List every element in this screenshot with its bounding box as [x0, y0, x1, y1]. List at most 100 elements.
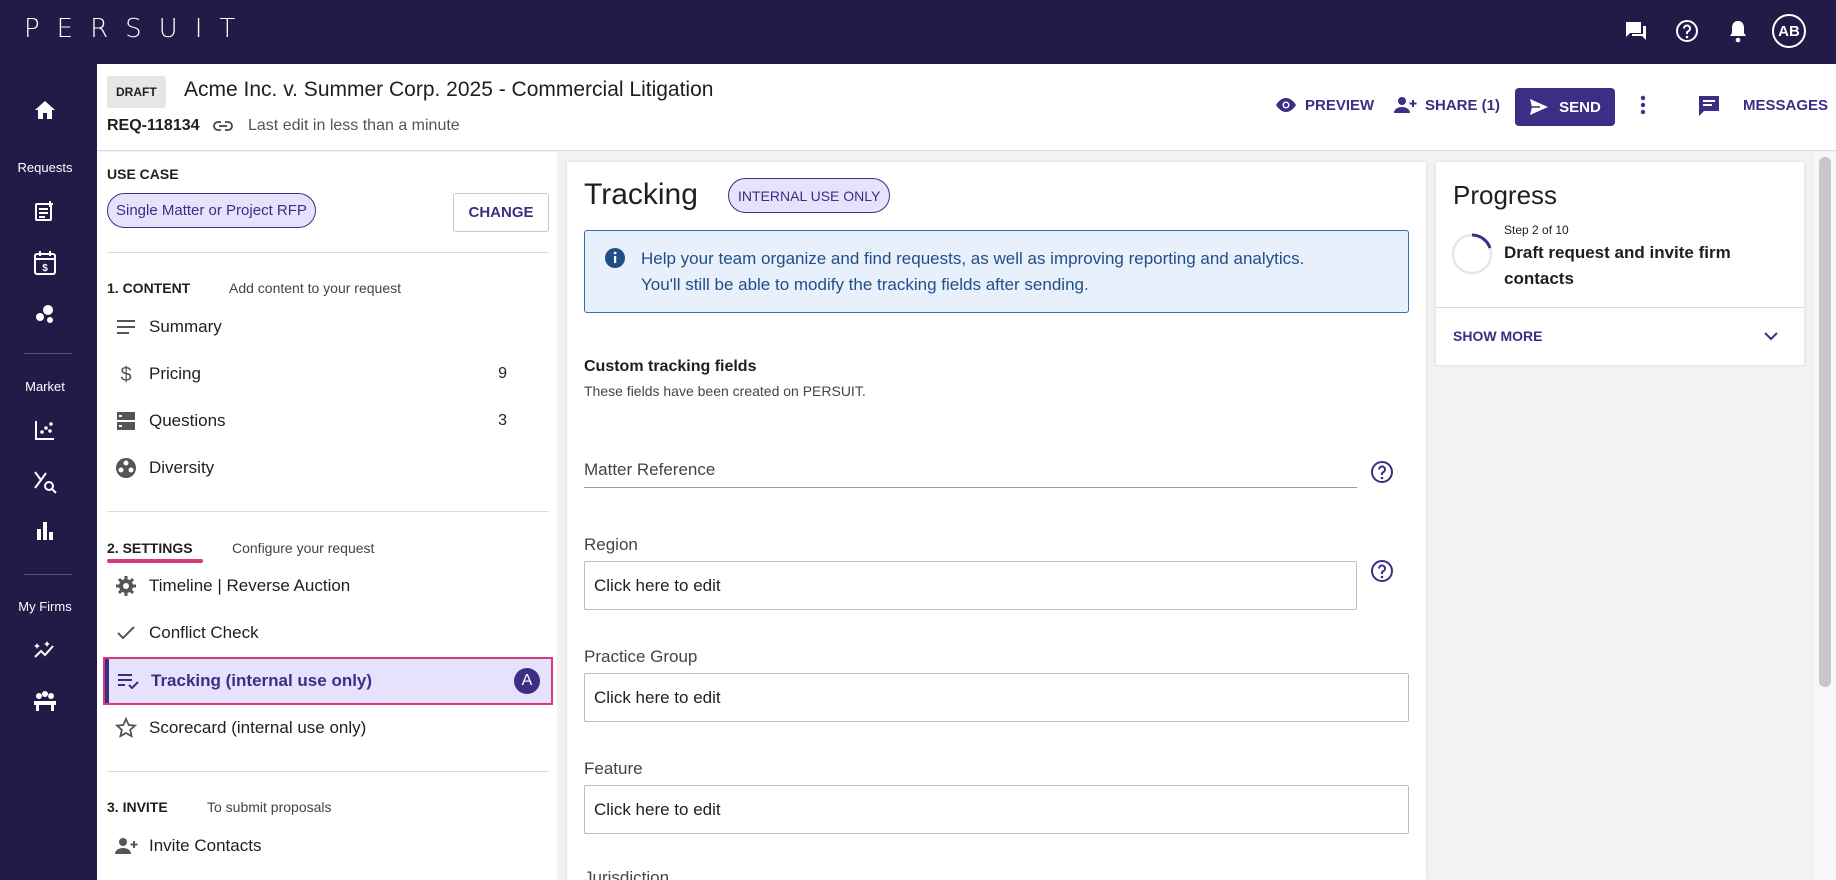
use-case-label: USE CASE	[107, 166, 179, 182]
section-divider	[107, 252, 549, 253]
nav-item-diversity[interactable]: Diversity	[107, 448, 549, 488]
nav-item-label: Conflict Check	[149, 623, 259, 642]
nav-item-pricing[interactable]: $ Pricing 9	[107, 354, 549, 394]
feature-field[interactable]: Click here to edit	[584, 785, 1409, 834]
share-button[interactable]: SHARE (1)	[1393, 86, 1500, 124]
checklist-icon	[115, 673, 141, 689]
nav-item-summary[interactable]: Summary	[107, 307, 549, 347]
change-button[interactable]: CHANGE	[453, 193, 549, 232]
help-icon[interactable]	[1670, 14, 1704, 48]
message-icon	[1699, 96, 1719, 116]
region-label: Region	[584, 535, 638, 554]
content-section-sub: Add content to your request	[229, 280, 401, 296]
region-field[interactable]: Click here to edit	[584, 561, 1357, 610]
diversity-icon	[113, 457, 139, 479]
send-button[interactable]: SEND	[1515, 88, 1615, 126]
info-line-1: Help your team organize and find request…	[641, 249, 1305, 268]
home-icon[interactable]	[0, 100, 90, 120]
section-divider	[107, 771, 549, 772]
send-label: SEND	[1559, 98, 1601, 116]
progress-card: Progress Step 2 of 10 Draft request and …	[1436, 162, 1804, 365]
nav-rail: Requests $ Market My Firms	[0, 64, 97, 880]
page-title: Tracking	[584, 178, 698, 211]
nav-item-label: Pricing	[149, 364, 201, 383]
bar-chart-icon[interactable]	[0, 520, 90, 540]
preview-label: PREVIEW	[1305, 96, 1375, 114]
market-search-icon[interactable]	[0, 470, 90, 494]
info-banner: Help your team organize and find request…	[584, 230, 1409, 313]
use-case-chip: Single Matter or Project RFP	[107, 193, 316, 228]
questions-count: 3	[498, 412, 507, 429]
person-add-icon	[113, 837, 139, 855]
gear-icon	[113, 575, 139, 597]
persuit-logo[interactable]: PERSUIT	[24, 14, 252, 44]
nav-item-scorecard[interactable]: Scorecard (internal use only)	[107, 708, 549, 748]
send-icon	[1530, 99, 1549, 115]
scatter-chart-icon[interactable]	[0, 419, 90, 441]
top-icons: AB	[1602, 14, 1806, 48]
nav-item-label: Summary	[149, 317, 222, 336]
rail-label-myfirms: My Firms	[18, 599, 72, 614]
nav-item-tracking[interactable]: Tracking (internal use only) A	[103, 657, 553, 705]
nav-item-label: Tracking (internal use only)	[151, 671, 373, 690]
more-options-icon[interactable]	[1640, 86, 1654, 124]
nav-item-conflict-check[interactable]: Conflict Check	[107, 613, 549, 653]
chevron-down-icon[interactable]	[1763, 328, 1779, 346]
jurisdiction-label: Jurisdiction	[584, 868, 670, 880]
custom-fields-subtitle: These fields have been created on PERSUI…	[584, 383, 866, 399]
scrollbar[interactable]	[1814, 152, 1836, 880]
progress-divider	[1436, 307, 1804, 308]
progress-step: Step 2 of 10	[1504, 223, 1569, 237]
matter-reference-field[interactable]: Matter Reference	[584, 460, 715, 480]
invite-section-sub: To submit proposals	[207, 799, 332, 815]
rail-label-market: Market	[25, 379, 65, 394]
notifications-icon[interactable]	[1721, 14, 1755, 48]
info-line-2: You'll still be able to modify the track…	[641, 275, 1089, 294]
request-outline-panel: USE CASE Single Matter or Project RFP CH…	[97, 152, 557, 880]
bubbles-icon[interactable]	[0, 304, 90, 324]
practice-group-field[interactable]: Click here to edit	[584, 673, 1409, 722]
nav-item-label: Questions	[149, 411, 226, 430]
active-section-underline	[107, 559, 203, 563]
progress-title: Progress	[1453, 180, 1558, 210]
requests-icon[interactable]	[0, 200, 90, 222]
share-label: SHARE (1)	[1425, 96, 1501, 114]
settings-section-sub: Configure your request	[232, 540, 375, 556]
feature-label: Feature	[584, 759, 643, 778]
internal-use-chip: INTERNAL USE ONLY	[728, 178, 891, 213]
rail-divider	[24, 353, 72, 354]
user-avatar[interactable]: AB	[1772, 14, 1806, 48]
nav-item-questions[interactable]: Questions 3	[107, 401, 549, 441]
chat-icon[interactable]	[1619, 14, 1653, 48]
firms-icon[interactable]	[0, 690, 90, 712]
custom-fields-title: Custom tracking fields	[584, 358, 757, 375]
sparkle-chart-icon[interactable]	[0, 639, 90, 661]
scrollbar-thumb[interactable]	[1819, 157, 1831, 687]
info-text: Help your team organize and find request…	[641, 246, 1391, 298]
link-icon[interactable]	[213, 119, 233, 137]
request-title[interactable]: Acme Inc. v. Summer Corp. 2025 - Commerc…	[184, 78, 713, 102]
nav-item-label: Invite Contacts	[149, 836, 262, 855]
request-header: DRAFT Acme Inc. v. Summer Corp. 2025 - C…	[97, 64, 1836, 151]
nav-item-invite-contacts[interactable]: Invite Contacts	[107, 826, 549, 866]
calendar-dollar-icon[interactable]: $	[0, 250, 90, 276]
top-bar: PERSUIT AB	[0, 0, 1836, 64]
nav-item-label: Diversity	[149, 458, 215, 477]
settings-section-label: 2. SETTINGS	[107, 540, 193, 556]
help-circle-icon[interactable]	[1370, 460, 1394, 489]
subject-icon	[113, 320, 139, 334]
dollar-icon: $	[113, 363, 139, 385]
show-more-button[interactable]: SHOW MORE	[1453, 328, 1542, 344]
messages-button[interactable]: MESSAGES	[1697, 86, 1828, 124]
svg-text:$: $	[42, 263, 48, 274]
help-circle-icon[interactable]	[1370, 559, 1394, 588]
eye-icon	[1276, 98, 1296, 112]
rail-divider	[24, 574, 72, 575]
preview-button[interactable]: PREVIEW	[1275, 86, 1374, 124]
nav-item-timeline[interactable]: Timeline | Reverse Auction	[107, 566, 549, 606]
person-add-icon	[1394, 97, 1417, 113]
content-section-label: 1. CONTENT	[107, 280, 191, 296]
rail-label-requests: Requests	[17, 160, 73, 175]
assignee-badge: A	[514, 668, 540, 694]
svg-text:$: $	[120, 364, 131, 385]
